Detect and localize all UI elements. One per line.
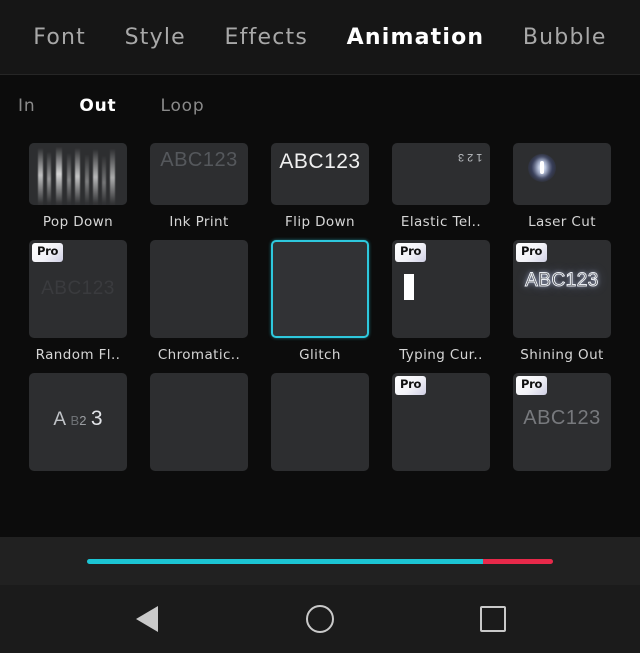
animation-duration-bar[interactable] bbox=[0, 537, 640, 585]
pro-badge: Pro bbox=[395, 243, 427, 262]
preset-thumbnail[interactable]: Pro ABC123 bbox=[513, 373, 611, 471]
preset-thumbnail[interactable]: Pro bbox=[392, 373, 490, 471]
preset-thumbnail[interactable]: ABC123 bbox=[271, 143, 369, 205]
sample-text: ABC123 bbox=[160, 149, 238, 171]
duration-track[interactable] bbox=[87, 558, 553, 564]
pro-badge: Pro bbox=[516, 376, 548, 395]
home-circle-icon bbox=[305, 605, 334, 633]
preset-thumbnail[interactable]: Pro ABC123 bbox=[29, 240, 127, 338]
preset-elastic-telescope[interactable]: 123 Elastic Tel.. bbox=[392, 143, 490, 230]
sample-text: ABC123 bbox=[525, 270, 599, 292]
preset-thumbnail[interactable] bbox=[271, 373, 369, 471]
duration-animation-segment[interactable] bbox=[483, 558, 553, 564]
preset-pop-down[interactable]: Pop Down bbox=[29, 143, 127, 230]
sample-char-2: 2 bbox=[79, 413, 87, 428]
back-triangle-icon bbox=[135, 606, 158, 632]
preset-label: Pop Down bbox=[42, 214, 114, 230]
sample-text-scattered: A B2 3 bbox=[29, 407, 127, 431]
preset-row3-item-4[interactable]: Pro bbox=[392, 373, 490, 480]
sample-text-flipped: 123 bbox=[454, 151, 482, 163]
subtab-out[interactable]: Out bbox=[79, 96, 116, 116]
preset-chromatic[interactable]: Chromatic.. bbox=[150, 240, 248, 363]
preset-typing-cursor[interactable]: Pro Typing Cur.. bbox=[392, 240, 490, 363]
sample-text: ABC123 bbox=[279, 150, 361, 173]
nav-recents-button[interactable] bbox=[470, 596, 516, 642]
preset-row3-item-2[interactable] bbox=[150, 373, 248, 480]
preset-thumbnail[interactable]: ABC123 bbox=[150, 143, 248, 205]
sample-text: ABC123 bbox=[523, 407, 601, 429]
preset-row3-item-1[interactable]: A B2 3 bbox=[29, 373, 127, 480]
preset-label: Chromatic.. bbox=[157, 347, 241, 363]
preset-thumbnail[interactable]: Pro ABC123 bbox=[513, 240, 611, 338]
animation-preset-grid[interactable]: Pop Down ABC123 Ink Print ABC123 Flip Do… bbox=[0, 137, 640, 537]
nav-back-button[interactable] bbox=[124, 596, 170, 642]
preset-label: Laser Cut bbox=[528, 214, 596, 230]
preset-label: Glitch bbox=[299, 347, 341, 363]
preset-row3-item-5[interactable]: Pro ABC123 bbox=[513, 373, 611, 480]
duration-played-segment[interactable] bbox=[87, 558, 484, 564]
preset-thumbnail[interactable] bbox=[513, 143, 611, 205]
preset-thumbnail[interactable] bbox=[150, 373, 248, 471]
preset-thumbnail[interactable] bbox=[150, 240, 248, 338]
tab-style[interactable]: Style bbox=[119, 21, 192, 54]
preset-label: Random Fl.. bbox=[35, 347, 121, 363]
pro-badge: Pro bbox=[395, 376, 427, 395]
preset-thumbnail-selected[interactable] bbox=[271, 240, 369, 338]
preset-glitch[interactable]: Glitch bbox=[271, 240, 369, 363]
preset-laser-cut[interactable]: Laser Cut bbox=[513, 143, 611, 230]
preset-thumbnail[interactable] bbox=[29, 143, 127, 205]
animation-subtab-bar: In Out Loop bbox=[0, 75, 640, 137]
text-cursor-icon bbox=[404, 274, 414, 300]
preset-random-flicker[interactable]: Pro ABC123 Random Fl.. bbox=[29, 240, 127, 363]
sample-char-b: B bbox=[70, 413, 80, 428]
laser-glow-icon bbox=[528, 154, 556, 182]
preset-label: Typing Cur.. bbox=[399, 347, 483, 363]
sample-char-a: A bbox=[53, 409, 67, 430]
android-navigation-bar bbox=[0, 585, 640, 653]
preset-flip-down[interactable]: ABC123 Flip Down bbox=[271, 143, 369, 230]
text-animation-editor: Font Style Effects Animation Bubble In O… bbox=[0, 0, 640, 653]
preset-label: Elastic Tel.. bbox=[400, 214, 482, 230]
subtab-in[interactable]: In bbox=[18, 96, 35, 116]
sample-text: ABC123 bbox=[41, 278, 115, 299]
preset-row3-item-3[interactable] bbox=[271, 373, 369, 480]
pro-badge: Pro bbox=[516, 243, 548, 262]
tab-effects[interactable]: Effects bbox=[218, 21, 314, 54]
tab-animation[interactable]: Animation bbox=[341, 21, 491, 54]
tab-font[interactable]: Font bbox=[27, 21, 92, 54]
preset-thumbnail[interactable]: Pro bbox=[392, 240, 490, 338]
tab-bubble[interactable]: Bubble bbox=[517, 21, 613, 54]
preset-ink-print[interactable]: ABC123 Ink Print bbox=[150, 143, 248, 230]
editor-tab-bar: Font Style Effects Animation Bubble bbox=[0, 0, 640, 75]
recents-square-icon bbox=[480, 606, 507, 632]
pro-badge: Pro bbox=[32, 243, 64, 262]
subtab-loop[interactable]: Loop bbox=[160, 96, 204, 116]
preset-label: Shining Out bbox=[520, 347, 604, 363]
nav-home-button[interactable] bbox=[297, 596, 343, 642]
sample-char-3: 3 bbox=[90, 407, 103, 430]
streaks-icon bbox=[29, 143, 127, 205]
preset-thumbnail[interactable]: 123 bbox=[392, 143, 490, 205]
preset-label: Flip Down bbox=[285, 214, 355, 230]
preset-shining-out[interactable]: Pro ABC123 Shining Out bbox=[513, 240, 611, 363]
preset-label: Ink Print bbox=[169, 214, 229, 230]
preset-thumbnail[interactable]: A B2 3 bbox=[29, 373, 127, 471]
